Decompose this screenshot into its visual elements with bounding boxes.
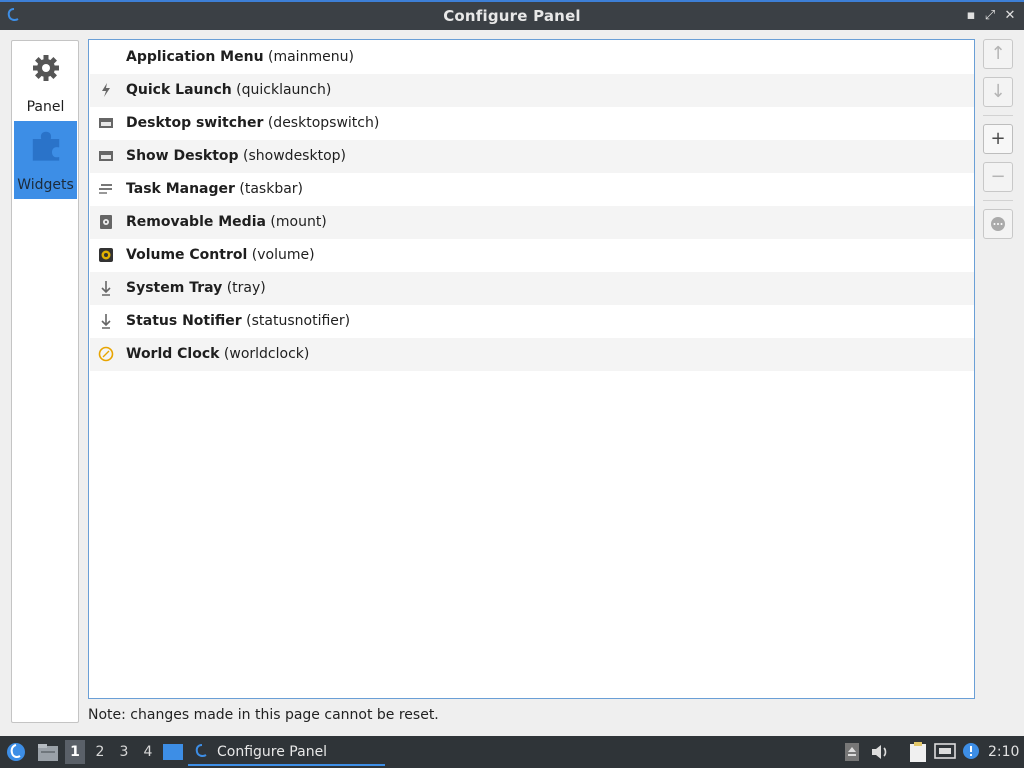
network-icon[interactable] xyxy=(934,742,956,762)
clipboard-icon[interactable] xyxy=(908,741,928,763)
widget-id: (taskbar) xyxy=(239,181,304,197)
puzzle-icon xyxy=(32,131,60,161)
show-desktop-icon[interactable] xyxy=(162,743,184,761)
sidebar-item-panel[interactable]: Panel xyxy=(14,43,77,121)
minimize-button[interactable]: ▪ xyxy=(963,8,979,24)
widget-id: (showdesktop) xyxy=(243,148,346,164)
desktop-4-button[interactable]: 4 xyxy=(139,744,157,760)
list-item[interactable]: Show Desktop (showdesktop) xyxy=(90,140,974,173)
list-item[interactable]: Quick Launch (quicklaunch) xyxy=(90,74,974,107)
window-icon xyxy=(99,118,113,128)
widget-name: Task Manager xyxy=(126,181,235,197)
maximize-button[interactable]: ⤢ xyxy=(982,8,998,24)
window-titlebar: Configure Panel ▪ ⤢ ✕ xyxy=(0,0,1024,30)
close-button[interactable]: ✕ xyxy=(1002,8,1018,24)
drive-icon xyxy=(100,215,112,229)
desktop-2-button[interactable]: 2 xyxy=(91,744,109,760)
move-up-button[interactable]: ↑ xyxy=(983,39,1013,69)
list-item[interactable]: Status Notifier (statusnotifier) xyxy=(90,305,974,338)
widget-id: (mainmenu) xyxy=(268,49,354,65)
widget-name: Removable Media xyxy=(126,214,266,230)
speaker-icon xyxy=(99,248,113,262)
clock[interactable]: 2:10 xyxy=(988,744,1019,760)
sidebar-item-label: Widgets xyxy=(17,177,74,193)
start-menu-icon[interactable] xyxy=(6,742,26,762)
task-label: Configure Panel xyxy=(217,744,328,760)
widget-id: (statusnotifier) xyxy=(246,313,351,329)
clock-icon xyxy=(98,346,114,362)
widget-name: Desktop switcher xyxy=(126,115,264,131)
reset-note: Note: changes made in this page cannot b… xyxy=(88,707,439,723)
desktop-1-button[interactable]: 1 xyxy=(65,740,85,764)
button-divider xyxy=(983,115,1013,116)
desktop-3-button[interactable]: 3 xyxy=(115,744,133,760)
blank-icon xyxy=(98,49,114,65)
list-item[interactable]: Desktop switcher (desktopswitch) xyxy=(90,107,974,140)
tray-icon xyxy=(101,281,111,296)
eject-icon[interactable] xyxy=(844,742,860,762)
configure-widget-button[interactable] xyxy=(983,209,1013,239)
button-divider xyxy=(983,200,1013,201)
app-icon xyxy=(195,744,207,757)
widget-name: Quick Launch xyxy=(126,82,232,98)
task-configure-panel[interactable]: Configure Panel xyxy=(188,738,385,766)
widget-name: Application Menu xyxy=(126,49,264,65)
list-item[interactable]: Removable Media (mount) xyxy=(90,206,974,239)
widget-id: (worldclock) xyxy=(223,346,310,362)
bolt-icon xyxy=(102,83,110,97)
widget-id: (desktopswitch) xyxy=(267,115,380,131)
more-icon xyxy=(991,217,1005,231)
notification-icon[interactable] xyxy=(962,742,980,760)
tray-icon xyxy=(101,314,111,329)
window-title: Configure Panel xyxy=(443,7,581,25)
file-manager-icon[interactable] xyxy=(37,742,59,762)
remove-widget-button[interactable]: − xyxy=(983,162,1013,192)
sidebar-item-widgets[interactable]: Widgets xyxy=(14,121,77,199)
move-down-button[interactable]: ↓ xyxy=(983,77,1013,107)
widget-name: System Tray xyxy=(126,280,223,296)
taskbar-icon xyxy=(99,184,112,194)
sidebar-item-label: Panel xyxy=(26,99,65,115)
widget-id: (quicklaunch) xyxy=(236,82,332,98)
widget-id: (volume) xyxy=(251,247,315,263)
widget-name: Show Desktop xyxy=(126,148,239,164)
list-item[interactable]: Application Menu (mainmenu) xyxy=(90,41,974,74)
list-item[interactable]: Volume Control (volume) xyxy=(90,239,974,272)
widget-id: (tray) xyxy=(226,280,266,296)
settings-sidebar: Panel Widgets xyxy=(11,40,79,723)
widget-id: (mount) xyxy=(270,214,327,230)
taskbar: 1 2 3 4 Configure Panel 2:10 xyxy=(0,736,1024,768)
gear-icon xyxy=(33,55,59,81)
window-icon xyxy=(99,151,113,161)
widget-name: World Clock xyxy=(126,346,220,362)
widget-name: Volume Control xyxy=(126,247,248,263)
add-widget-button[interactable]: + xyxy=(983,124,1013,154)
volume-icon[interactable] xyxy=(870,743,890,761)
list-item[interactable]: World Clock (worldclock) xyxy=(90,338,974,371)
widget-name: Status Notifier xyxy=(126,313,242,329)
list-item[interactable]: System Tray (tray) xyxy=(90,272,974,305)
list-item[interactable]: Task Manager (taskbar) xyxy=(90,173,974,206)
widget-list: Application Menu (mainmenu) Quick Launch… xyxy=(88,39,975,699)
